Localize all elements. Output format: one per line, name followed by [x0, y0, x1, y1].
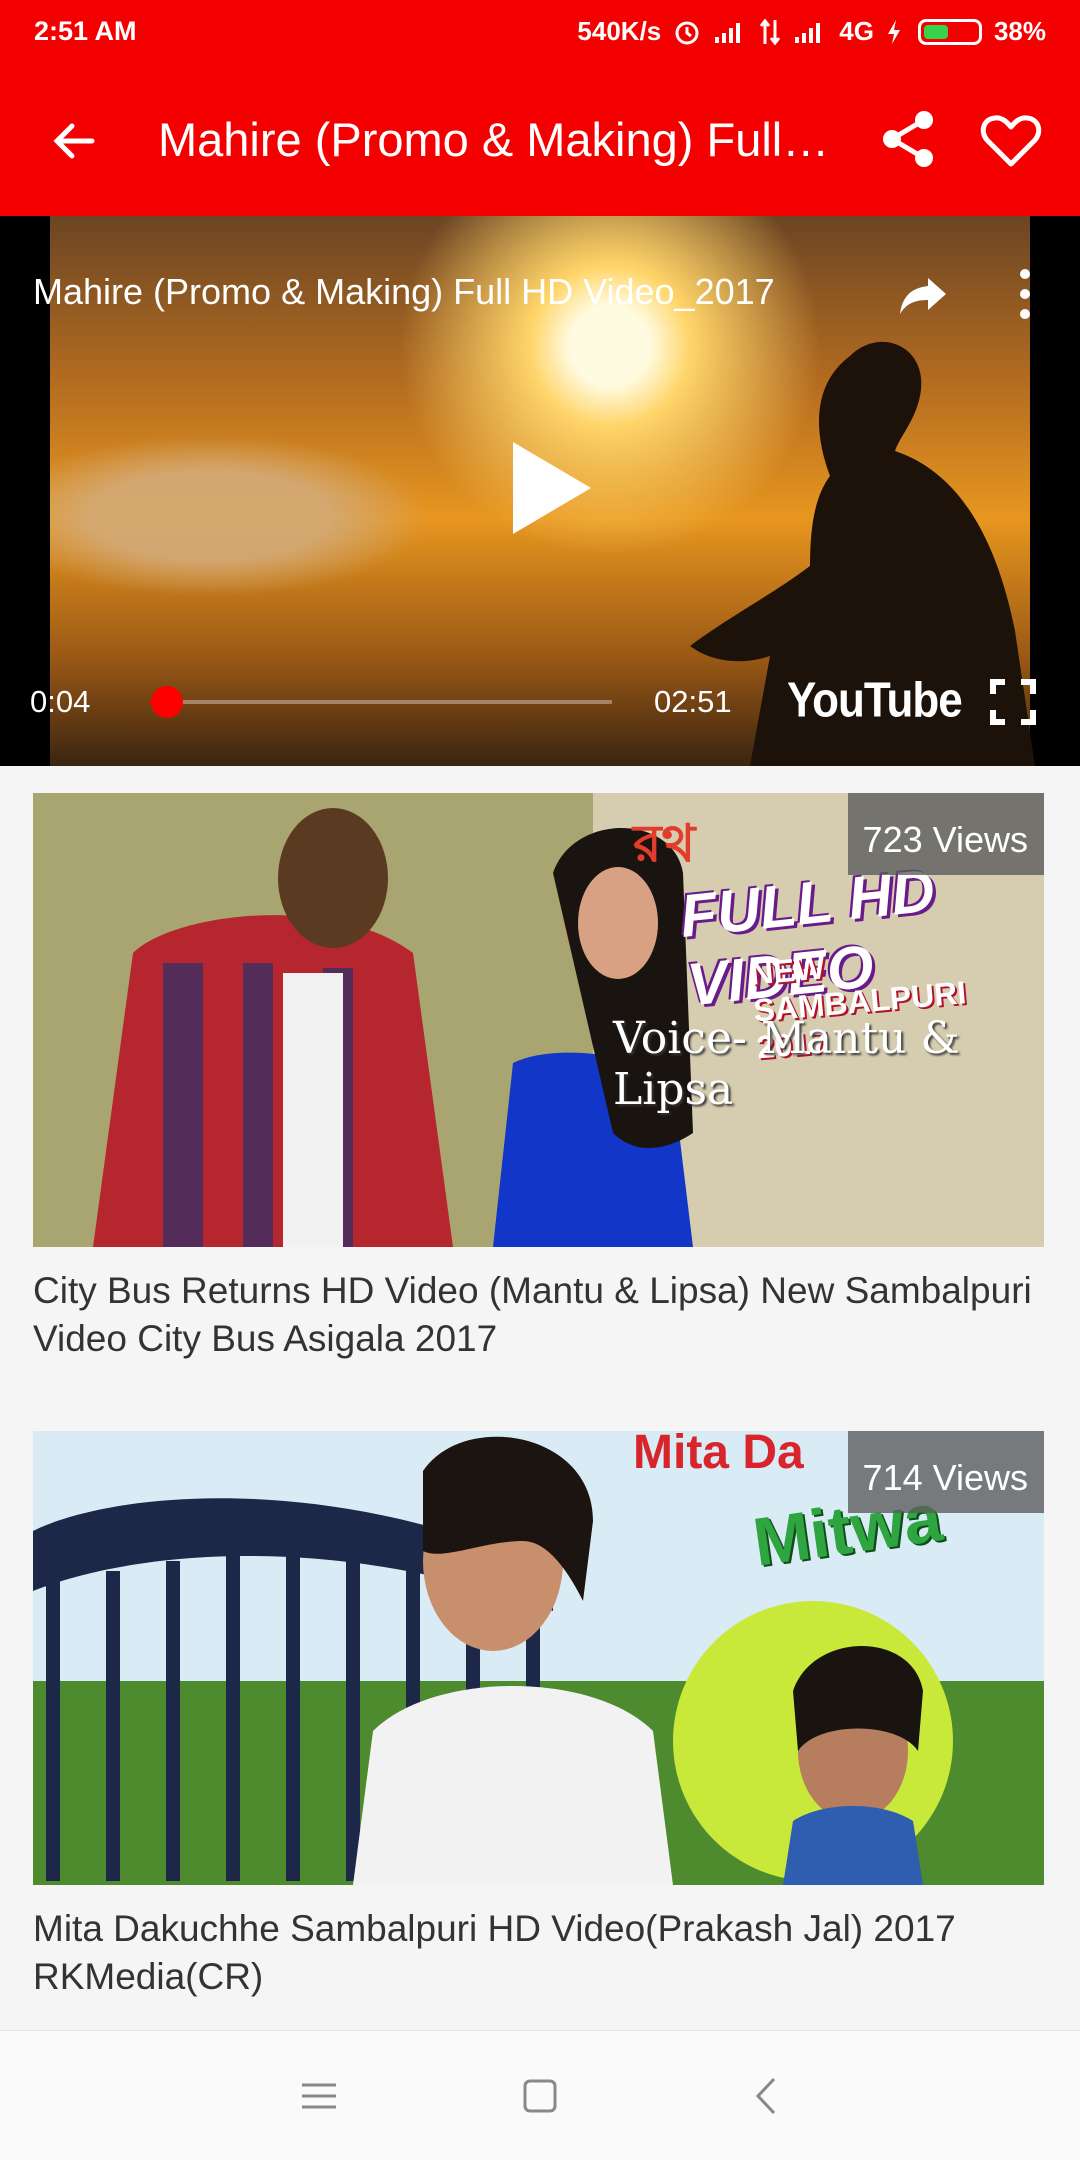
- status-icons: 540K/s 4G 38%: [577, 16, 1046, 47]
- app-bar: Mahire (Promo & Making) Full HD Video_20…: [0, 66, 1080, 216]
- player-video-title: Mahire (Promo & Making) Full HD Video_20…: [33, 271, 775, 312]
- view-count-badge: 723 Views: [848, 793, 1044, 875]
- status-bar: 2:51 AM 540K/s 4G 38%: [0, 0, 1080, 66]
- video-card[interactable]: রথ FULL HD VIDEO NEW SAMBALPURI 2017 Voi…: [33, 793, 1044, 1359]
- signal-icon: [715, 22, 741, 43]
- video-card[interactable]: Mita Da Mitwa 714 Views Mita Dakuchhe Sa…: [33, 1431, 1044, 1997]
- charging-icon: [887, 19, 900, 44]
- network-type: 4G: [839, 16, 874, 46]
- youtube-logo[interactable]: YouTube: [787, 673, 963, 729]
- play-icon[interactable]: [505, 438, 595, 538]
- video-player[interactable]: Mahire (Promo & Making) Full HD Video_20…: [0, 216, 1080, 766]
- view-count-badge: 714 Views: [848, 1431, 1044, 1513]
- current-time: 0:04: [30, 684, 91, 719]
- battery-percent: 38%: [993, 16, 1046, 46]
- favorite-heart-icon[interactable]: [978, 108, 1044, 174]
- menu-icon[interactable]: [296, 2073, 342, 2119]
- page-title: Mahire (Promo & Making) Full HD Video_20…: [158, 113, 838, 166]
- thumbnail-caption-top: Mita Da: [633, 1431, 804, 1479]
- home-square-icon[interactable]: [517, 2073, 563, 2119]
- thumbnail-caption-top: রথ: [633, 815, 696, 873]
- player-share-icon[interactable]: [898, 268, 950, 320]
- status-time: 2:51 AM: [34, 16, 137, 46]
- seek-bar[interactable]: [150, 700, 612, 704]
- video-title[interactable]: Mita Dakuchhe Sambalpuri HD Video(Prakas…: [33, 1905, 1044, 2001]
- video-title[interactable]: City Bus Returns HD Video (Mantu & Lipsa…: [33, 1267, 1044, 1363]
- system-nav-bar: [0, 2030, 1080, 2160]
- signal-icon-2: [795, 22, 821, 43]
- back-arrow-icon[interactable]: [44, 111, 104, 171]
- share-icon[interactable]: [876, 106, 942, 172]
- thumbnail-caption-voice: Voice- Mantu & Lipsa: [613, 1013, 960, 1115]
- seek-handle[interactable]: [150, 686, 183, 718]
- alarm-icon: [675, 21, 699, 44]
- more-options-icon[interactable]: [1010, 266, 1040, 322]
- duration: 02:51: [654, 684, 732, 719]
- battery-icon: [917, 18, 982, 45]
- data-transfer-icon: [760, 18, 781, 45]
- back-chevron-icon[interactable]: [744, 2073, 790, 2119]
- network-speed: 540K/s: [577, 16, 662, 46]
- fullscreen-icon[interactable]: [990, 679, 1036, 725]
